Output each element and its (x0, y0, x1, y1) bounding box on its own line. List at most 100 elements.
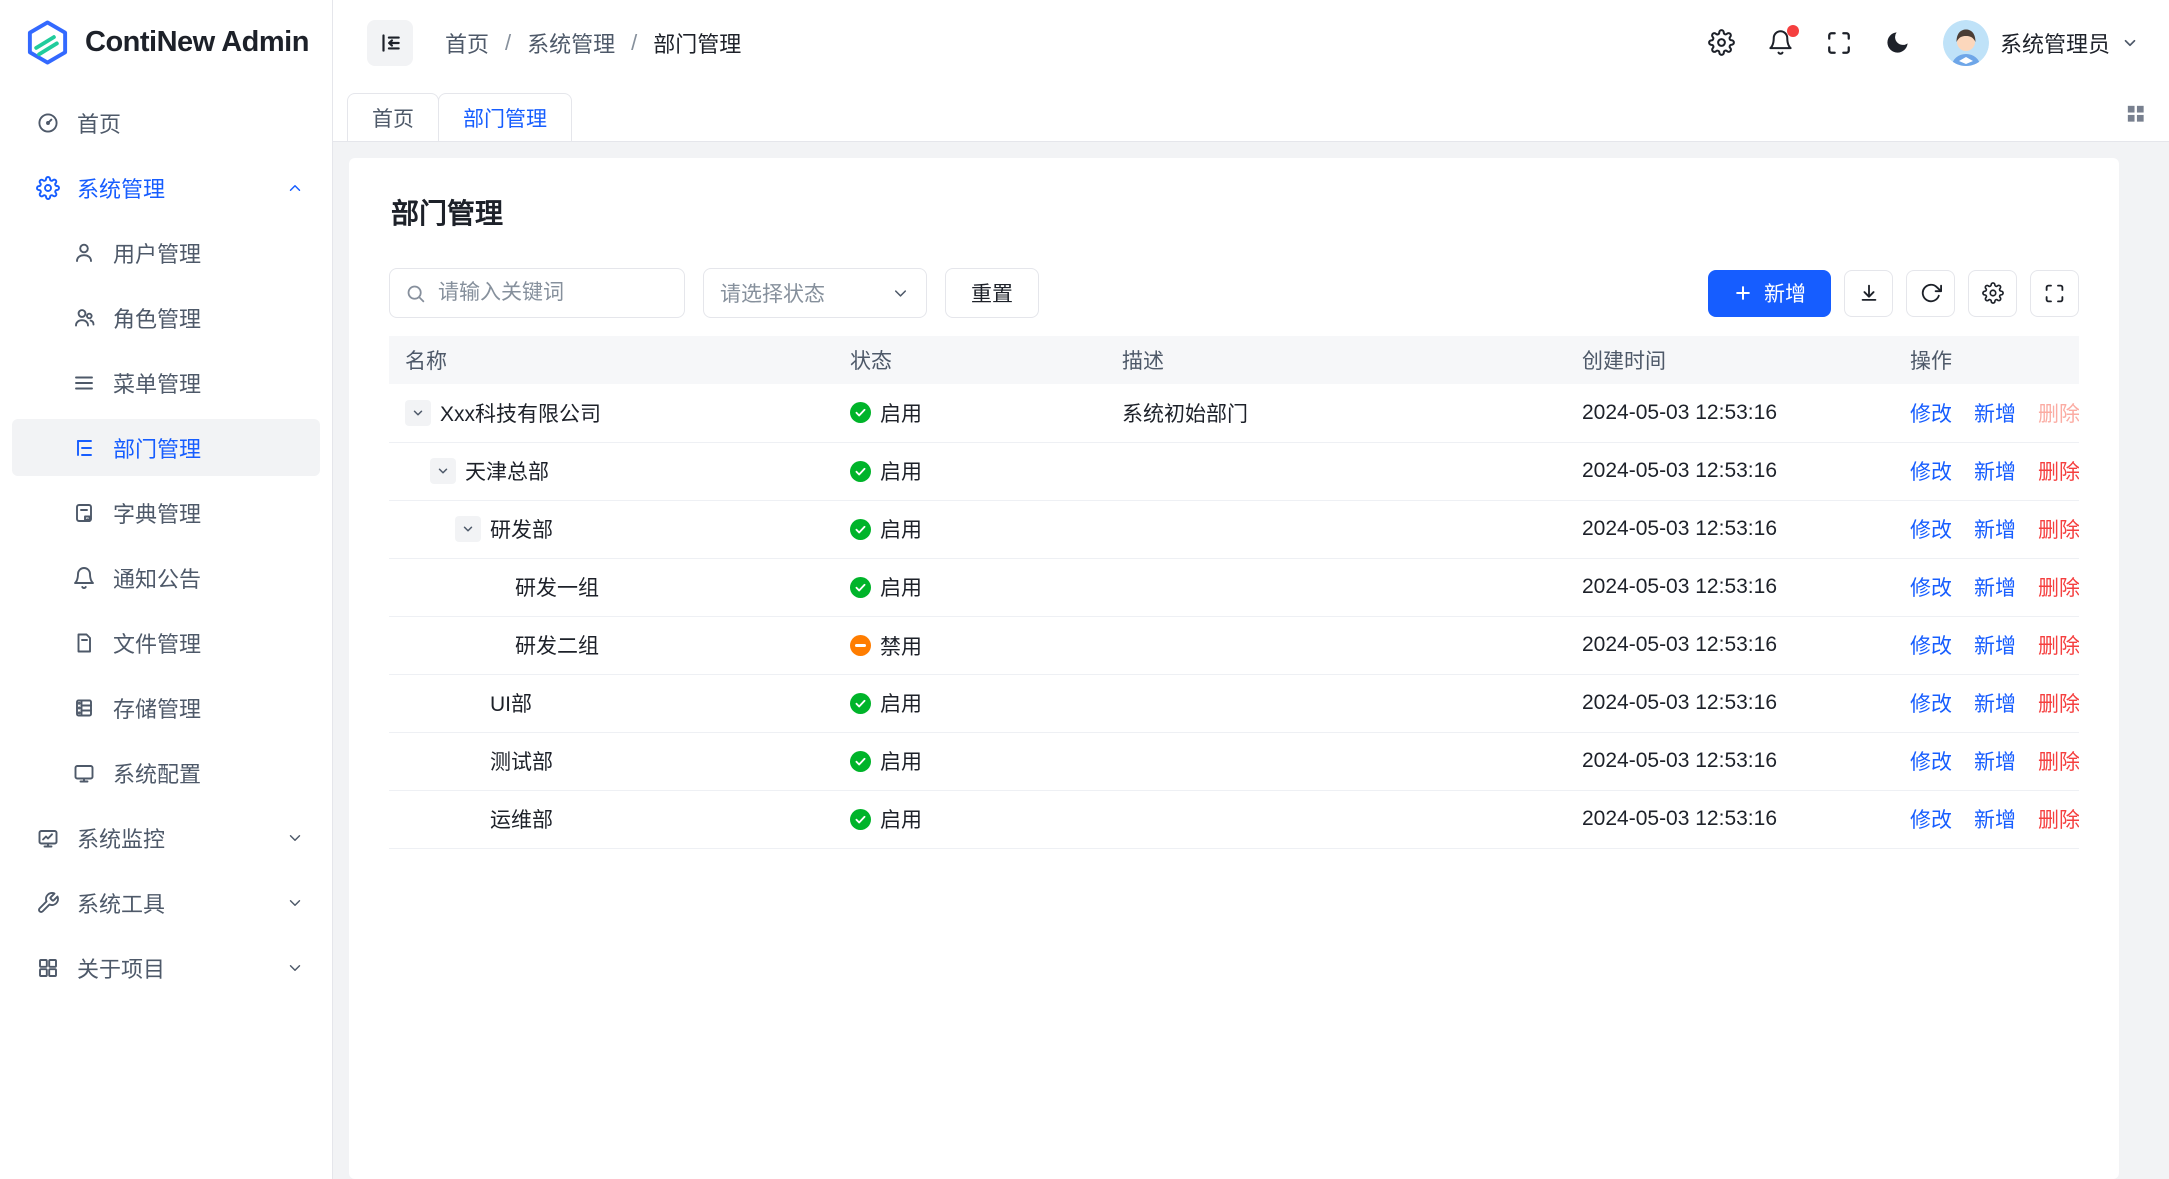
delete-link[interactable]: 删除 (2038, 809, 2079, 832)
tab-grid-icon[interactable] (2124, 102, 2147, 125)
status-label: 启用 (880, 456, 922, 486)
tab-首页[interactable]: 首页 (347, 93, 439, 141)
table-fullscreen-button[interactable] (2030, 270, 2079, 317)
breadcrumb-item[interactable]: 首页 (445, 27, 489, 59)
sidebar-item-label: 角色管理 (113, 302, 304, 334)
wrench-icon (36, 891, 60, 915)
add-child-link[interactable]: 新增 (1974, 403, 2016, 426)
user-icon (72, 241, 96, 265)
settings-icon[interactable] (1708, 29, 1735, 56)
status-label: 启用 (880, 746, 922, 776)
status-badge: 启用 (850, 688, 922, 718)
edit-link[interactable]: 修改 (1910, 635, 1952, 658)
add-child-link[interactable]: 新增 (1974, 751, 2016, 774)
sidebar-item-storage-management[interactable]: 存储管理 (12, 679, 320, 736)
tab-部门管理[interactable]: 部门管理 (438, 93, 572, 141)
edit-link[interactable]: 修改 (1910, 693, 1952, 716)
created-time: 2024-05-03 12:53:16 (1566, 384, 1894, 442)
edit-link[interactable]: 修改 (1910, 809, 1952, 832)
add-child-link[interactable]: 新增 (1974, 577, 2016, 600)
avatar (1943, 20, 1989, 66)
add-child-link[interactable]: 新增 (1974, 519, 2016, 542)
column-header: 名称 (389, 336, 834, 384)
add-button[interactable]: 新增 (1708, 270, 1831, 317)
app-window: ContiNew Admin 首页系统管理用户管理角色管理菜单管理部门管理字典管… (0, 0, 2169, 1179)
grid-icon (36, 956, 60, 980)
edit-link[interactable]: 修改 (1910, 577, 1952, 600)
sidebar-item-file-management[interactable]: 文件管理 (12, 614, 320, 671)
status-check-icon (850, 809, 871, 830)
dict-icon (72, 501, 96, 525)
sidebar-item-system-config[interactable]: 系统配置 (12, 744, 320, 801)
sidebar-item-label: 系统工具 (77, 887, 269, 919)
dept-card: 部门管理 请选择状态 重置 (349, 158, 2119, 1179)
status-check-icon (850, 461, 871, 482)
created-time: 2024-05-03 12:53:16 (1566, 732, 1894, 790)
status-check-icon (850, 577, 871, 598)
export-button[interactable] (1844, 270, 1893, 317)
dark-mode-moon-icon[interactable] (1884, 29, 1911, 56)
gear-icon (36, 176, 60, 200)
sidebar-item-label: 菜单管理 (113, 367, 304, 399)
delete-link[interactable]: 删除 (2038, 693, 2079, 716)
sidebar-item-about-project[interactable]: 关于项目 (12, 939, 320, 996)
sidebar-item-system-management[interactable]: 系统管理 (12, 159, 320, 216)
dept-description (1106, 790, 1566, 848)
page-title: 部门管理 (391, 192, 2079, 232)
reset-button[interactable]: 重置 (945, 268, 1039, 318)
refresh-button[interactable] (1906, 270, 1955, 317)
breadcrumb-item[interactable]: 系统管理 (527, 27, 615, 59)
delete-link[interactable]: 删除 (2038, 461, 2079, 484)
row-expander-icon[interactable] (455, 516, 481, 542)
edit-link[interactable]: 修改 (1910, 461, 1952, 484)
status-badge: 禁用 (850, 631, 922, 661)
add-child-link[interactable]: 新增 (1974, 693, 2016, 716)
sidebar-item-label: 存储管理 (113, 692, 304, 724)
sidebar-item-dict-management[interactable]: 字典管理 (12, 484, 320, 541)
sidebar-item-role-management[interactable]: 角色管理 (12, 289, 320, 346)
dept-description (1106, 442, 1566, 500)
add-child-link[interactable]: 新增 (1974, 809, 2016, 832)
keyword-search-input[interactable] (436, 280, 669, 306)
edit-link[interactable]: 修改 (1910, 403, 1952, 426)
sidebar-collapse-button[interactable] (367, 20, 413, 66)
table-row: 运维部启用2024-05-03 12:53:16修改新增删除 (389, 790, 2079, 848)
breadcrumb-item[interactable]: 部门管理 (653, 27, 741, 59)
column-settings-button[interactable] (1968, 270, 2017, 317)
add-child-link[interactable]: 新增 (1974, 635, 2016, 658)
dept-table-body: Xxx科技有限公司启用系统初始部门2024-05-03 12:53:16修改新增… (389, 384, 2079, 848)
user-menu[interactable]: 系统管理员 (1943, 20, 2139, 66)
status-check-icon (850, 751, 871, 772)
status-check-icon (850, 519, 871, 540)
column-header: 状态 (834, 336, 1106, 384)
sidebar-item-user-management[interactable]: 用户管理 (12, 224, 320, 281)
delete-link[interactable]: 删除 (2038, 635, 2079, 658)
sidebar: ContiNew Admin 首页系统管理用户管理角色管理菜单管理部门管理字典管… (0, 0, 333, 1179)
dept-name: 天津总部 (465, 456, 549, 486)
status-label: 启用 (880, 804, 922, 834)
status-label: 禁用 (880, 631, 922, 661)
edit-link[interactable]: 修改 (1910, 519, 1952, 542)
delete-link[interactable]: 删除 (2038, 577, 2079, 600)
sidebar-item-home[interactable]: 首页 (12, 94, 320, 151)
column-header: 操作 (1894, 336, 2079, 384)
delete-link[interactable]: 删除 (2038, 519, 2079, 542)
sidebar-item-system-tools[interactable]: 系统工具 (12, 874, 320, 931)
sidebar-item-dept-management[interactable]: 部门管理 (12, 419, 320, 476)
breadcrumb: 首页/系统管理/部门管理 (445, 27, 741, 59)
row-expander-icon[interactable] (405, 400, 431, 426)
sidebar-item-notice[interactable]: 通知公告 (12, 549, 320, 606)
monitor-chart-icon (36, 826, 60, 850)
notification-bell-icon[interactable] (1767, 29, 1794, 56)
app-logo[interactable]: ContiNew Admin (0, 0, 332, 85)
sidebar-item-system-monitor[interactable]: 系统监控 (12, 809, 320, 866)
status-select[interactable]: 请选择状态 (703, 268, 927, 318)
chevron-down-icon (286, 829, 304, 847)
edit-link[interactable]: 修改 (1910, 751, 1952, 774)
status-badge: 启用 (850, 804, 922, 834)
fullscreen-icon[interactable] (1826, 30, 1852, 56)
delete-link[interactable]: 删除 (2038, 751, 2079, 774)
sidebar-item-menu-management[interactable]: 菜单管理 (12, 354, 320, 411)
row-expander-icon[interactable] (430, 458, 456, 484)
add-child-link[interactable]: 新增 (1974, 461, 2016, 484)
